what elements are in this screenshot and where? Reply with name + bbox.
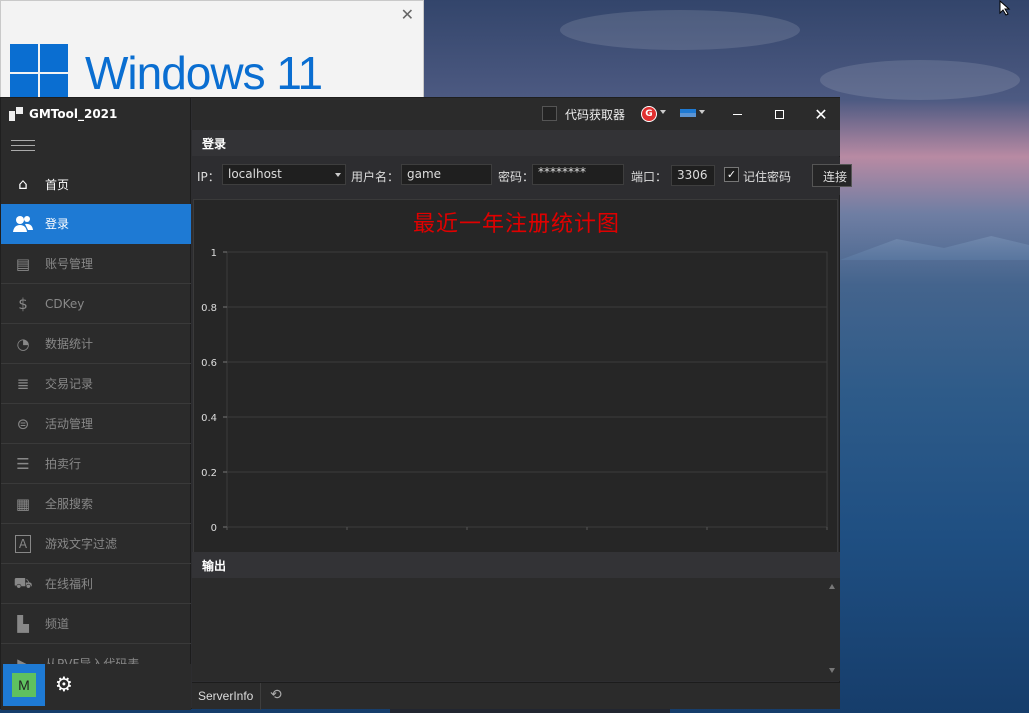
y-tick-label: 0.8 [201, 303, 217, 314]
user-avatar-button[interactable]: M [3, 664, 45, 706]
y-tick-label: 0.6 [201, 358, 217, 369]
password-input[interactable]: ******** [532, 164, 624, 185]
app-title-text: GMTool_2021 [29, 107, 118, 121]
username-label: 用户名： [351, 170, 400, 184]
users-icon [11, 213, 35, 235]
status-bar: ServerInfo ⟲ [192, 682, 840, 710]
server-icon: ▦ [15, 494, 31, 513]
close-icon[interactable]: ✕ [401, 5, 414, 24]
sidebar-item-label: 登录 [45, 217, 70, 231]
sidebar-item-events[interactable]: ⊜ 活动管理 [1, 404, 191, 444]
output-log[interactable] [192, 578, 840, 681]
database-icon: ☰ [16, 454, 30, 473]
remember-password-label: 记住密码 [743, 170, 792, 184]
sidebar-item-channel[interactable]: ▙ 频道 [1, 604, 191, 644]
pie-chart-icon: ◔ [16, 334, 30, 353]
chevron-down-icon[interactable] [699, 110, 705, 114]
username-input[interactable]: game [401, 164, 492, 185]
sidebar-item-server-search[interactable]: ▦ 全服搜索 [1, 484, 191, 524]
minimize-button[interactable] [727, 104, 747, 124]
code-getter-checkbox[interactable] [542, 106, 557, 121]
scroll-down-icon[interactable] [829, 668, 835, 673]
y-tick-label: 0.4 [201, 413, 217, 424]
login-section-header: 登录 [192, 130, 840, 156]
id-card-icon: ▤ [15, 254, 31, 273]
title-bar: 代码获取器 G ✕ [192, 98, 840, 130]
status-divider [260, 683, 261, 710]
chart-plot: 0 0.2 0.4 0.6 0.8 1 [201, 248, 828, 534]
windows-logo-icon [10, 44, 68, 102]
sidebar-bottom: M ⚙ [1, 664, 191, 710]
sidebar-item-label: 频道 [45, 617, 70, 631]
sidebar-item-label: CDKey [45, 296, 85, 311]
password-label: 密码： [498, 170, 535, 184]
scroll-up-icon[interactable] [829, 584, 835, 589]
port-label: 端口： [631, 170, 668, 184]
code-getter-label: 代码获取器 [565, 108, 626, 122]
avatar-letter: M [12, 673, 36, 697]
palette-icon[interactable]: G [641, 106, 657, 122]
sidebar-item-statistics[interactable]: ◔ 数据统计 [1, 324, 191, 364]
remember-password-checkbox[interactable]: ✓ [724, 167, 739, 182]
windows-brand-text: Windows 11 [85, 47, 323, 99]
dollar-icon: $ [18, 294, 28, 313]
sidebar-item-label: 账号管理 [45, 257, 94, 271]
port-input[interactable]: 3306 [671, 165, 715, 186]
sidebar-item-label: 全服搜索 [45, 497, 94, 511]
gmtool-window: GMTool_2021 ⌂ 首页 登录 ▤ 账号管理 $ CDKey ◔ 数据统… [0, 97, 852, 710]
plot-area [226, 251, 828, 528]
gears-icon[interactable]: ⚙ [55, 672, 73, 696]
sidebar-item-label: 在线福利 [45, 577, 94, 591]
chevron-down-icon[interactable] [660, 110, 666, 114]
sidebar-item-label: 游戏文字过滤 [45, 537, 118, 551]
y-tick-label: 0.2 [201, 468, 217, 479]
ip-select[interactable]: localhost [222, 164, 346, 185]
mouse-cursor-icon [999, 0, 1011, 16]
text-filter-icon: A [15, 534, 31, 553]
sidebar-item-online-rewards[interactable]: ⛟ 在线福利 [1, 564, 191, 604]
app-title: GMTool_2021 [1, 98, 191, 130]
sidebar-item-label: 活动管理 [45, 417, 94, 431]
truck-icon: ⛟ [13, 573, 33, 592]
factory-icon: ▙ [17, 614, 29, 633]
sidebar-item-home[interactable]: ⌂ 首页 [1, 164, 191, 204]
log-icon: ≣ [16, 374, 30, 393]
language-flag-icon[interactable] [680, 109, 696, 117]
y-tick-label: 1 [211, 248, 217, 259]
app-logo-icon [9, 107, 23, 121]
y-tick-label: 0 [211, 523, 217, 534]
background-window: ✕ Windows 11 [0, 0, 424, 102]
tag-icon: ⊜ [16, 414, 30, 433]
sidebar-nav: ⌂ 首页 登录 ▤ 账号管理 $ CDKey ◔ 数据统计 ≣ 交易记录 ⊜ 活… [1, 164, 191, 684]
ip-label: IP： [197, 170, 220, 184]
sidebar-item-cdkey[interactable]: $ CDKey [1, 284, 191, 324]
sidebar-item-auction[interactable]: ☰ 拍卖行 [1, 444, 191, 484]
sidebar-item-login[interactable]: 登录 [1, 204, 191, 244]
sidebar-item-account[interactable]: ▤ 账号管理 [1, 244, 191, 284]
chevron-down-icon [335, 173, 341, 177]
sidebar-item-label: 拍卖行 [45, 457, 82, 471]
maximize-button[interactable] [769, 104, 789, 124]
menu-toggle-icon[interactable] [11, 140, 35, 152]
ip-value: localhost [228, 167, 282, 181]
sidebar-item-text-filter[interactable]: A 游戏文字过滤 [1, 524, 191, 564]
server-info-label[interactable]: ServerInfo [198, 689, 253, 703]
login-form: IP： localhost 用户名： game 密码： ******** 端口：… [192, 157, 852, 195]
close-button[interactable]: ✕ [811, 104, 831, 124]
sidebar-item-label: 数据统计 [45, 337, 94, 351]
home-icon: ⌂ [18, 175, 28, 193]
sidebar-item-label: 交易记录 [45, 377, 94, 391]
connect-button[interactable]: 连接 [812, 164, 852, 187]
sidebar-item-label: 首页 [45, 177, 70, 192]
sidebar-item-trade-log[interactable]: ≣ 交易记录 [1, 364, 191, 404]
refresh-icon[interactable]: ⟲ [270, 687, 282, 703]
sidebar: GMTool_2021 ⌂ 首页 登录 ▤ 账号管理 $ CDKey ◔ 数据统… [1, 98, 191, 710]
output-section-header: 输出 [192, 552, 840, 578]
